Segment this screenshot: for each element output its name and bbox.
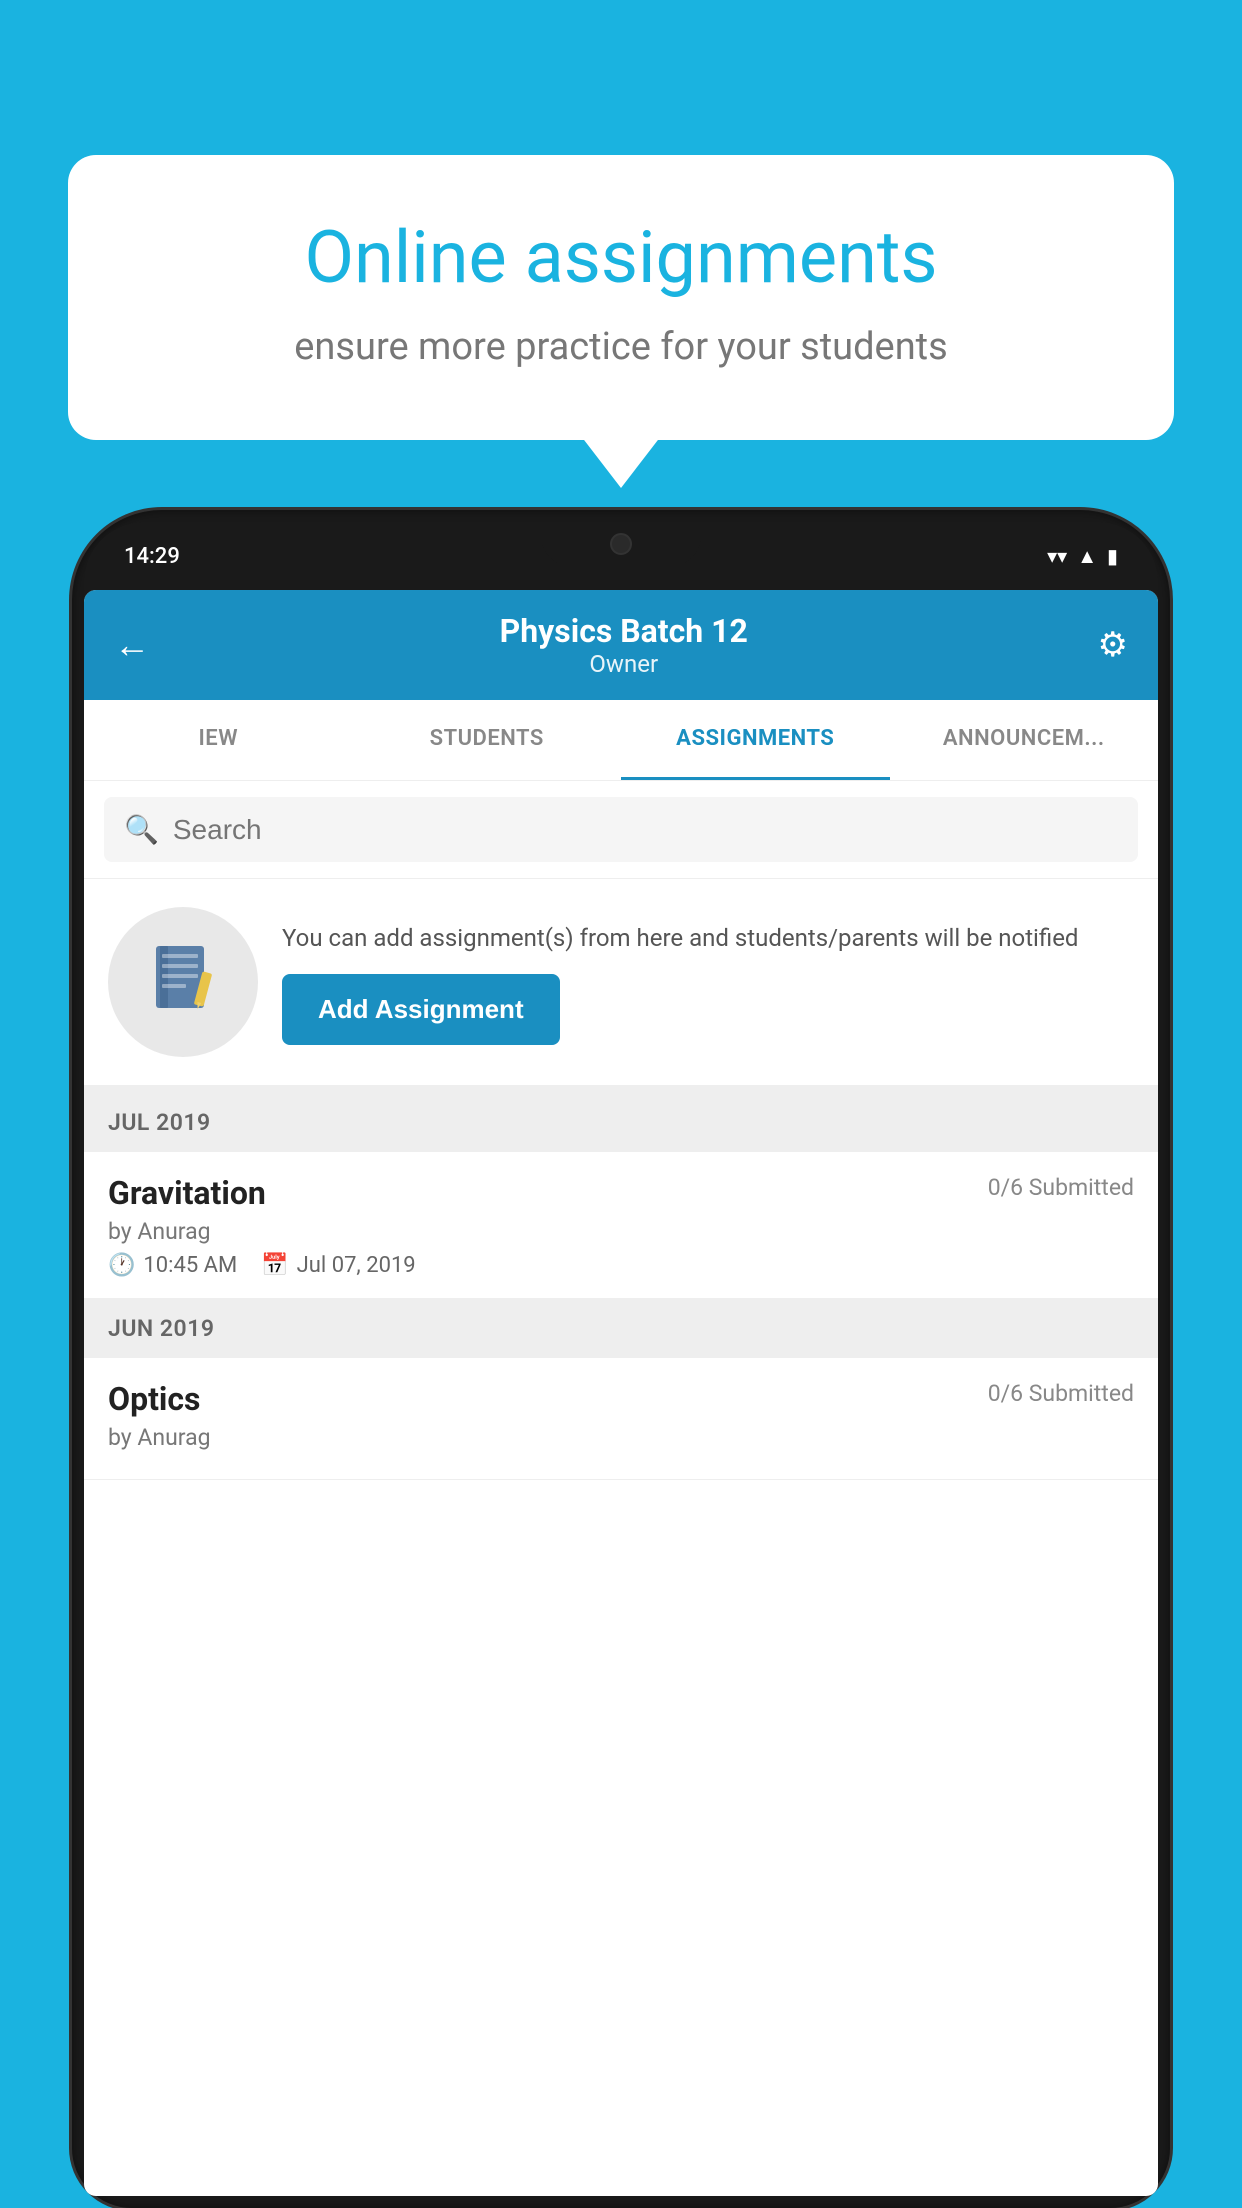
info-content: You can add assignment(s) from here and … [282,920,1134,1045]
settings-icon[interactable]: ⚙ [1098,625,1128,665]
assignment-meta: 🕐 10:45 AM 📅 Jul 07, 2019 [108,1253,1134,1278]
add-assignment-button[interactable]: Add Assignment [282,974,560,1045]
speech-bubble-title: Online assignments [138,215,1104,301]
signal-icon: ▲ [1077,544,1097,569]
status-bar: 14:29 ▾▾ ▲ ▮ [84,522,1158,590]
assignment-top-row-optics: Optics 0/6 Submitted [108,1380,1134,1418]
assignment-submitted-optics: 0/6 Submitted [988,1380,1134,1407]
meta-time: 🕐 10:45 AM [108,1253,237,1278]
calendar-icon: 📅 [261,1253,288,1278]
assignment-title-optics: Optics [108,1380,200,1418]
tab-announcements[interactable]: ANNOUNCEM... [890,700,1159,780]
assignment-author: by Anurag [108,1218,1134,1245]
assignment-title: Gravitation [108,1174,266,1212]
search-input[interactable] [173,814,1118,846]
clock-icon: 🕐 [108,1253,135,1278]
assignment-item-gravitation[interactable]: Gravitation 0/6 Submitted by Anurag 🕐 10… [84,1152,1158,1299]
app-bar-subtitle: Owner [500,650,748,678]
tab-iew[interactable]: IEW [84,700,353,780]
meta-date: 📅 Jul 07, 2019 [261,1253,415,1278]
tab-assignments[interactable]: ASSIGNMENTS [621,700,890,780]
search-input-wrapper[interactable]: 🔍 [104,797,1138,862]
assignment-submitted: 0/6 Submitted [988,1174,1134,1201]
phone-frame: 14:29 ▾▾ ▲ ▮ ← Physics Batch 12 Owner ⚙ … [72,510,1170,2208]
assignment-author-optics: by Anurag [108,1424,1134,1451]
app-bar-title-area: Physics Batch 12 Owner [500,612,748,678]
assignment-item-optics[interactable]: Optics 0/6 Submitted by Anurag [84,1358,1158,1480]
phone-notch [541,522,701,566]
status-icons: ▾▾ ▲ ▮ [1047,544,1118,569]
status-time: 14:29 [124,544,180,569]
section-header-jun: JUN 2019 [84,1299,1158,1358]
battery-icon: ▮ [1107,544,1118,568]
info-box: You can add assignment(s) from here and … [84,879,1158,1093]
info-icon-circle [108,907,258,1057]
back-button[interactable]: ← [114,624,150,666]
wifi-icon: ▾▾ [1047,544,1067,568]
camera [610,533,632,555]
section-header-jul: JUL 2019 [84,1093,1158,1152]
info-text: You can add assignment(s) from here and … [282,920,1134,956]
speech-bubble-subtitle: ensure more practice for your students [138,321,1104,374]
assignment-top-row: Gravitation 0/6 Submitted [108,1174,1134,1212]
tab-students[interactable]: STUDENTS [353,700,622,780]
search-container: 🔍 [84,781,1158,879]
tabs-container: IEW STUDENTS ASSIGNMENTS ANNOUNCEM... [84,700,1158,781]
app-bar-title: Physics Batch 12 [500,612,748,650]
phone-screen: ← Physics Batch 12 Owner ⚙ IEW STUDENTS … [84,590,1158,2196]
speech-bubble: Online assignments ensure more practice … [68,155,1174,440]
app-bar: ← Physics Batch 12 Owner ⚙ [84,590,1158,700]
speech-bubble-container: Online assignments ensure more practice … [68,155,1174,440]
notebook-icon [148,942,218,1022]
search-icon: 🔍 [124,813,159,846]
